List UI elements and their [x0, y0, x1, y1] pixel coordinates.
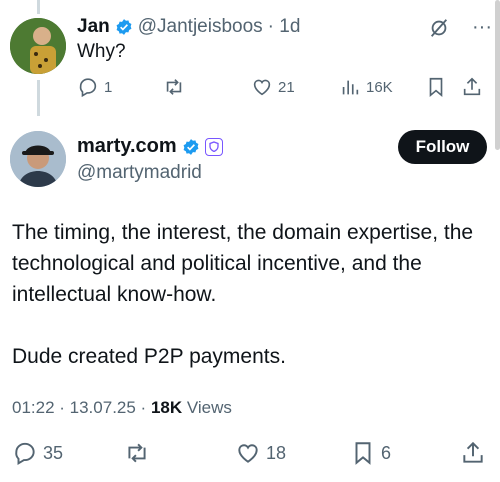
bookmark-button[interactable]: 6: [350, 440, 391, 466]
retweet-button[interactable]: [124, 440, 155, 466]
share-icon: [463, 441, 483, 463]
more-icon[interactable]: ···: [472, 16, 492, 39]
author-name[interactable]: marty.com: [77, 135, 177, 158]
post-time[interactable]: · 1d: [268, 16, 301, 38]
reply-button[interactable]: 35: [12, 440, 63, 466]
timestamp[interactable]: 01:22 · 13.07.25 ·: [12, 398, 146, 417]
reply-actions: 1 21 16K: [77, 76, 493, 100]
reply-header: Jan @Jantjeisboos · 1d: [77, 16, 300, 38]
reply-button[interactable]: 1: [77, 76, 112, 98]
like-count: 21: [278, 78, 295, 96]
like-button[interactable]: 21: [251, 76, 295, 98]
avatar[interactable]: [10, 131, 66, 187]
like-count: 18: [266, 442, 287, 463]
main-tweet-actions: 35 18 6: [12, 440, 488, 466]
avatar-image: [10, 18, 66, 74]
bookmark-button[interactable]: [425, 76, 447, 98]
reply-text: Why?: [77, 41, 126, 62]
retweet-icon: [166, 79, 182, 95]
views-count: 16K: [366, 78, 393, 96]
reply-tweet[interactable]: Jan @Jantjeisboos · 1d ··· Why? 1 21 16K: [0, 0, 500, 120]
tweet-paragraph: The timing, the interest, the domain exp…: [12, 221, 474, 306]
author-name[interactable]: Jan: [77, 16, 110, 38]
reply-count: 35: [43, 442, 64, 463]
bookmark-icon: [429, 77, 443, 98]
share-button[interactable]: [461, 76, 483, 98]
grok-icon[interactable]: [428, 17, 450, 39]
views-count: 18K: [150, 398, 183, 417]
retweet-icon: [128, 443, 146, 463]
views-label: Views: [186, 398, 232, 417]
verified-badge-icon: [183, 138, 199, 155]
avatar-image: [10, 131, 66, 187]
follow-button[interactable]: Follow: [398, 130, 487, 164]
main-tweet-header: marty.com @martymadrid: [77, 135, 223, 184]
reply-icon: [15, 442, 35, 466]
views-icon: [342, 80, 359, 95]
reply-count: 1: [104, 78, 113, 96]
tweet-paragraph: Dude created P2P payments.: [12, 345, 286, 368]
bookmark-icon: [355, 442, 371, 465]
views-button[interactable]: 16K: [339, 76, 393, 98]
share-button[interactable]: [460, 440, 486, 466]
tweet-text: The timing, the interest, the domain exp…: [12, 217, 488, 372]
avatar[interactable]: [10, 18, 66, 74]
like-button[interactable]: 18: [235, 440, 286, 466]
verified-badge-icon: [116, 19, 132, 35]
reply-icon: [79, 78, 97, 98]
author-handle[interactable]: @Jantjeisboos: [138, 16, 263, 38]
affiliate-shield-icon[interactable]: [204, 137, 223, 156]
like-icon: [238, 444, 258, 463]
like-icon: [253, 79, 271, 96]
bookmark-count: 6: [381, 442, 392, 463]
author-handle[interactable]: @martymadrid: [77, 162, 223, 184]
reply-top-icons: ···: [428, 16, 492, 39]
retweet-button[interactable]: [163, 76, 190, 98]
tweet-meta: 01:22 · 13.07.25 · 18K Views: [12, 398, 232, 418]
share-icon: [463, 77, 481, 96]
